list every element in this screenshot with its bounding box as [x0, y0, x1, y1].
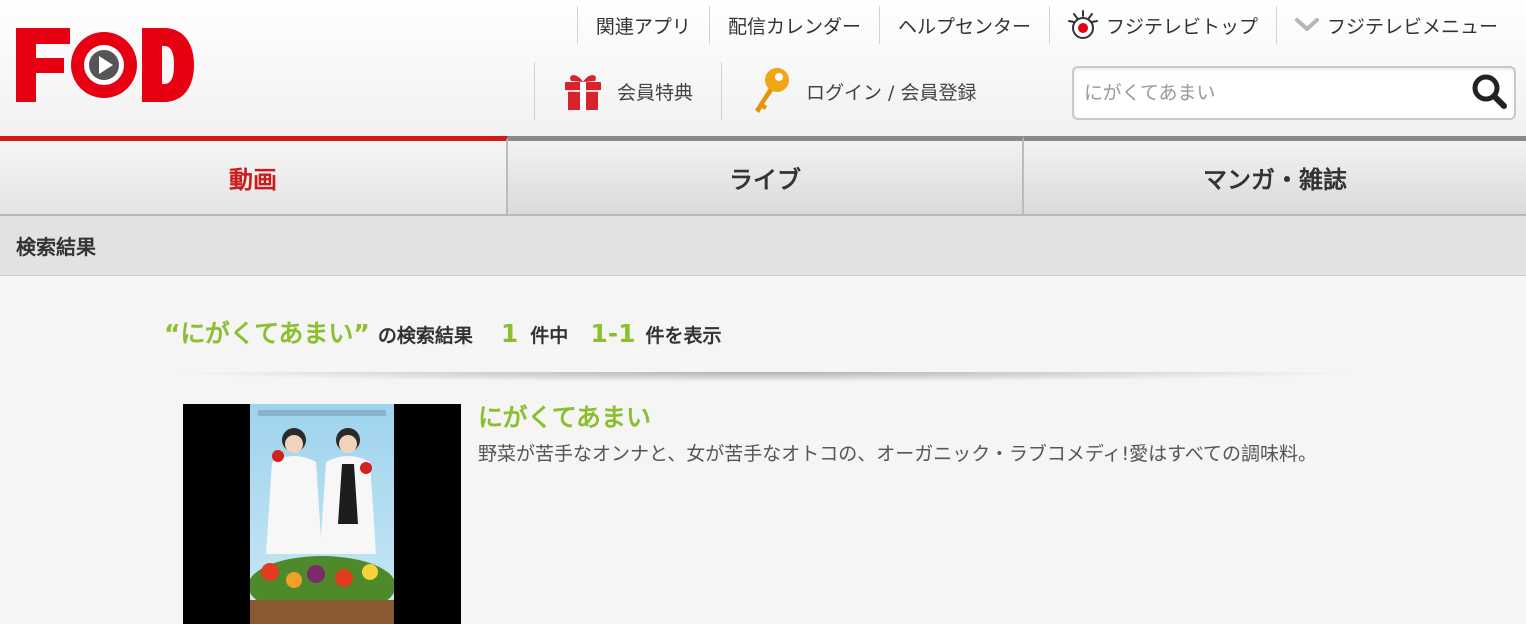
fujitv-eye-icon: [1067, 10, 1098, 40]
topnav-fujitv-top-label: フジテレビトップ: [1105, 15, 1258, 38]
login-register-link[interactable]: ログイン / 会員登録: [721, 62, 1004, 120]
summary-total-count: 1: [500, 319, 519, 348]
topnav-fujitv-top[interactable]: フジテレビトップ: [1048, 6, 1276, 44]
search-button[interactable]: [1466, 70, 1512, 116]
search-box: [1072, 66, 1516, 120]
chevron-down-icon: [1294, 17, 1319, 33]
login-register-label: ログイン / 会員登録: [806, 81, 977, 104]
member-benefits-label: 会員特典: [617, 81, 694, 104]
topnav-streaming-calendar-label: 配信カレンダー: [727, 15, 861, 38]
topnav-fujitv-menu-label: フジテレビメニュー: [1326, 15, 1498, 38]
fod-logo[interactable]: [14, 26, 196, 106]
topnav-related-apps[interactable]: 関連アプリ: [576, 6, 709, 44]
result-title-link[interactable]: にがくてあまい: [478, 398, 651, 434]
topnav-streaming-calendar[interactable]: 配信カレンダー: [708, 6, 879, 44]
summary-query: “にがくてあまい”: [164, 319, 370, 348]
topnav-related-apps-label: 関連アプリ: [595, 15, 691, 38]
search-summary: “にがくてあまい” の検索結果 1 件中 1-1 件を表示: [164, 314, 722, 354]
summary-divider: [164, 372, 1364, 382]
summary-range: 1-1: [590, 319, 636, 348]
result-description: 野菜が苦手なオンナと、女が苦手なオトコの、オーガニック・ラブコメディ!愛はすべて…: [478, 443, 1318, 465]
result-thumbnail[interactable]: [183, 404, 461, 624]
member-benefits-link[interactable]: 会員特典: [534, 62, 721, 120]
tab-video[interactable]: 動画: [0, 136, 508, 216]
top-navigation: 関連アプリ 配信カレンダー ヘルプセンター フジテレビトップ フジテレビメニュー: [576, 6, 1516, 44]
results-header-title: 検索結果: [16, 235, 96, 259]
tab-live-label: ライブ: [729, 166, 801, 194]
tab-manga-magazine-label: マンガ・雑誌: [1203, 166, 1347, 194]
member-navigation: 会員特典 ログイン / 会員登録: [534, 62, 1005, 120]
key-icon: [750, 66, 792, 116]
magnifier-icon: [1470, 72, 1508, 114]
summary-query-suffix: の検索結果: [377, 325, 473, 347]
topnav-fujitv-menu[interactable]: フジテレビメニュー: [1275, 6, 1516, 44]
site-header: 関連アプリ 配信カレンダー ヘルプセンター フジテレビトップ フジテレビメニュー…: [0, 0, 1526, 136]
summary-total-suffix: 件中: [530, 325, 569, 347]
tab-live[interactable]: ライブ: [508, 136, 1024, 216]
tab-video-label: 動画: [229, 166, 277, 194]
tab-manga-magazine[interactable]: マンガ・雑誌: [1024, 136, 1526, 216]
result-poster-image: [250, 404, 394, 624]
summary-range-suffix: 件を表示: [645, 325, 722, 347]
topnav-help-center[interactable]: ヘルプセンター: [878, 6, 1049, 44]
topnav-help-center-label: ヘルプセンター: [897, 15, 1031, 38]
results-header-bar: 検索結果: [0, 216, 1526, 276]
gift-icon: [563, 70, 603, 112]
category-tabs: 動画 ライブ マンガ・雑誌: [0, 136, 1526, 216]
search-input[interactable]: [1084, 68, 1464, 118]
